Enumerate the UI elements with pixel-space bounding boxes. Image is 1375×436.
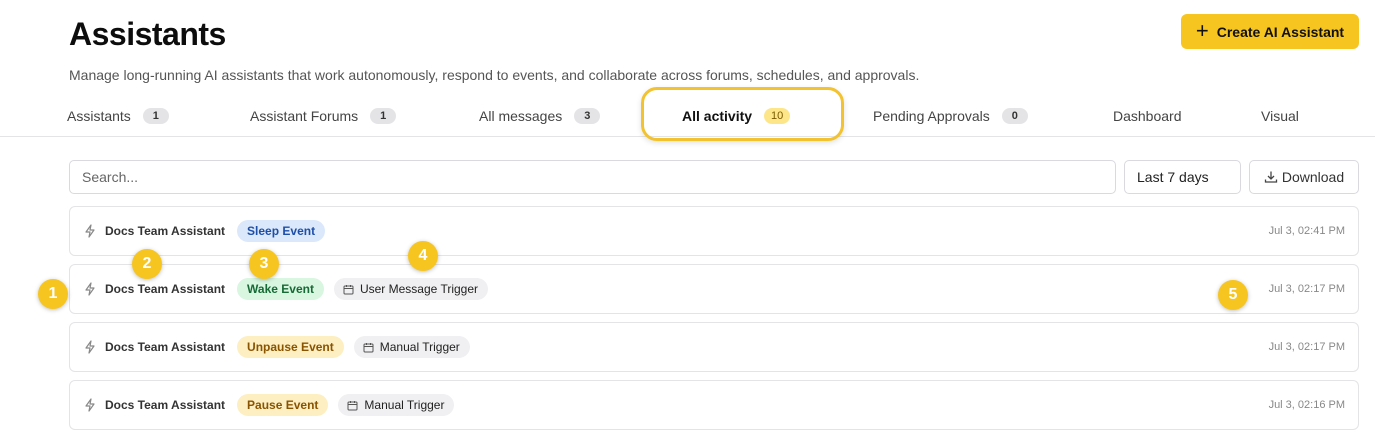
calendar-icon (363, 342, 374, 352)
event-badge: Wake Event (237, 278, 324, 300)
tab-bar: Assistants 1 Assistant Forums 1 All mess… (0, 96, 1375, 137)
trigger-badge: Manual Trigger (338, 394, 455, 416)
bolt-icon (83, 224, 97, 238)
tab-label: Assistants (67, 108, 131, 124)
tab-count-badge: 3 (574, 108, 601, 124)
trigger-label: Manual Trigger (379, 340, 460, 354)
activity-timestamp: Jul 3, 02:16 PM (1268, 399, 1345, 411)
activity-timestamp: Jul 3, 02:41 PM (1268, 225, 1345, 237)
assistant-name: Docs Team Assistant (105, 224, 226, 238)
tab-count-badge: 1 (370, 108, 397, 124)
tab-label: All messages (479, 108, 563, 124)
tab-count-badge: 1 (142, 108, 169, 124)
bolt-icon (83, 282, 97, 296)
tab-all-activity[interactable]: All activity 10 (682, 96, 791, 136)
tab-label: Visual (1261, 108, 1299, 124)
bolt-icon (83, 398, 97, 412)
activity-timestamp: Jul 3, 02:17 PM (1268, 283, 1345, 295)
calendar-icon (347, 400, 358, 410)
tab-assistant-forums[interactable]: Assistant Forums 1 (250, 96, 397, 136)
download-icon (1264, 171, 1278, 183)
date-range-value: Last 7 days (1137, 169, 1209, 185)
download-button[interactable]: Download (1249, 160, 1359, 194)
annotation-marker: 4 (408, 241, 438, 271)
event-badge: Sleep Event (237, 220, 326, 242)
plus-icon: + (1195, 17, 1209, 43)
tab-label: Dashboard (1113, 108, 1182, 124)
annotation-marker: 3 (249, 249, 279, 279)
create-ai-assistant-label: Create AI Assistant (1216, 23, 1345, 40)
tab-label: Pending Approvals (873, 108, 990, 124)
page-subtitle: Manage long-running AI assistants that w… (69, 67, 920, 83)
tab-dashboard[interactable]: Dashboard (1113, 96, 1182, 136)
tab-all-messages[interactable]: All messages 3 (479, 96, 601, 136)
activity-timestamp: Jul 3, 02:17 PM (1268, 341, 1345, 353)
create-ai-assistant-button[interactable]: + Create AI Assistant (1181, 14, 1359, 49)
page-title: Assistants (69, 16, 226, 52)
tab-count-badge: 10 (764, 108, 791, 124)
assistant-name: Docs Team Assistant (105, 398, 226, 412)
tab-visual[interactable]: Visual (1261, 96, 1299, 136)
search-input[interactable] (69, 160, 1116, 194)
bolt-icon (83, 340, 97, 354)
annotation-marker: 5 (1218, 280, 1248, 310)
download-label: Download (1281, 169, 1345, 185)
tab-pending-approvals[interactable]: Pending Approvals 0 (873, 96, 1028, 136)
event-badge: Pause Event (237, 394, 329, 416)
annotation-marker: 1 (38, 279, 68, 309)
event-badge: Unpause Event (237, 336, 344, 358)
annotation-marker: 2 (132, 249, 162, 279)
activity-row[interactable]: Docs Team Assistant Pause Event Manual T… (69, 380, 1359, 430)
tab-label: Assistant Forums (250, 108, 359, 124)
assistant-name: Docs Team Assistant (105, 340, 226, 354)
trigger-badge: User Message Trigger (333, 278, 489, 300)
assistant-name: Docs Team Assistant (105, 282, 226, 296)
calendar-icon (343, 284, 354, 294)
trigger-badge: Manual Trigger (353, 336, 470, 358)
activity-row[interactable]: Docs Team Assistant Unpause Event Manual… (69, 322, 1359, 372)
trigger-label: Manual Trigger (364, 398, 445, 412)
tab-assistants[interactable]: Assistants 1 (67, 96, 169, 136)
tab-count-badge: 0 (1001, 108, 1028, 124)
tab-label: All activity (682, 108, 753, 124)
trigger-label: User Message Trigger (359, 282, 479, 296)
date-range-select[interactable]: Last 7 days (1124, 160, 1241, 194)
